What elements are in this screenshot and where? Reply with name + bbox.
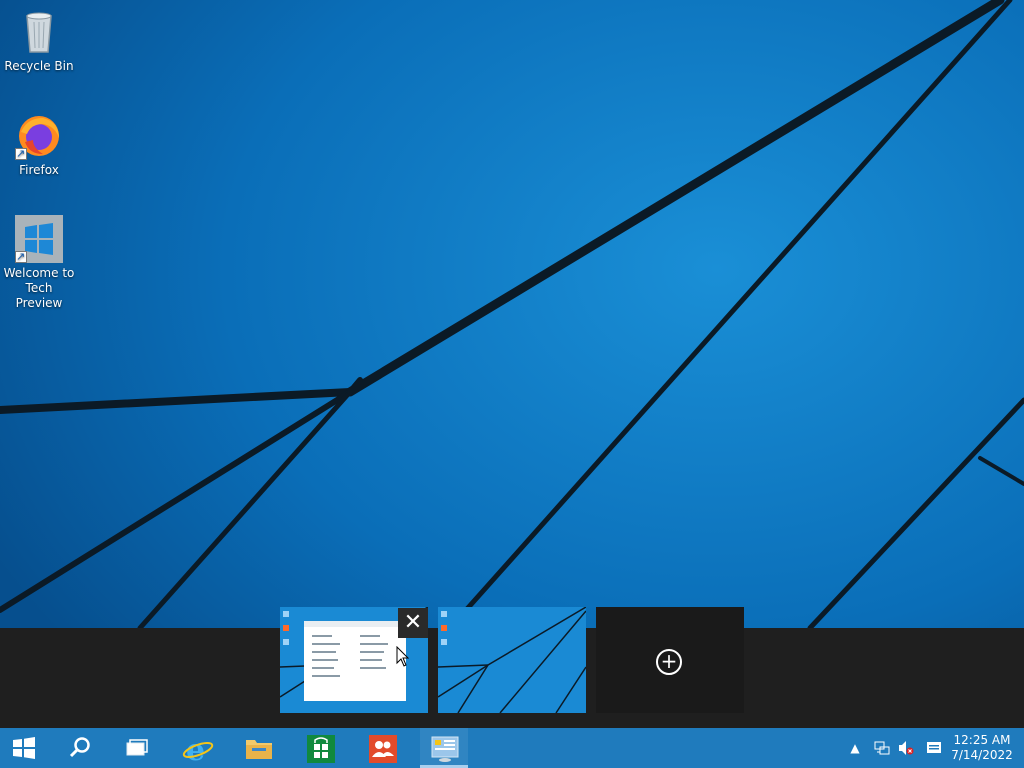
clock[interactable]: 12:25 AM 7/14/2022 (950, 733, 1014, 763)
internet-explorer-icon: e (182, 734, 214, 764)
start-button[interactable] (0, 728, 48, 768)
desktop-thumbnail-2[interactable] (438, 607, 586, 713)
windows-logo-icon (15, 215, 63, 264)
search-button[interactable] (56, 728, 104, 768)
desktop-icon-label: Firefox (19, 163, 59, 177)
show-hidden-icons-chevron[interactable]: ▲ (847, 740, 863, 756)
clock-time: 12:25 AM (953, 733, 1011, 747)
clock-date: 7/14/2022 (951, 748, 1013, 762)
desktop-icon-label: Welcome to Tech Preview (3, 266, 75, 310)
file-explorer-button[interactable] (234, 728, 282, 768)
control-panel-icon (431, 736, 459, 762)
people-icon (369, 735, 397, 763)
add-circle-icon: + (656, 649, 682, 675)
recycle-bin-icon (15, 8, 63, 56)
network-icon[interactable] (874, 740, 890, 756)
mouse-cursor-icon (396, 646, 410, 667)
volume-muted-icon[interactable] (898, 740, 914, 756)
new-desktop-button[interactable]: + (596, 607, 744, 713)
shortcut-arrow-icon (15, 249, 27, 264)
internet-explorer-button[interactable]: e (172, 728, 220, 768)
shortcut-arrow-icon (15, 146, 27, 161)
action-center-icon[interactable] (926, 740, 942, 756)
folder-icon (246, 740, 272, 759)
search-icon (69, 737, 90, 758)
desktop-icon-welcome[interactable]: Welcome to Tech Preview (1, 215, 77, 311)
store-button[interactable] (296, 728, 344, 768)
people-app-button[interactable] (358, 728, 406, 768)
control-panel-button[interactable] (420, 728, 468, 768)
task-view-button[interactable] (112, 728, 160, 768)
firefox-icon (15, 112, 63, 161)
windows-start-icon (13, 737, 35, 759)
close-desktop-button[interactable]: ✕ (398, 608, 428, 638)
store-icon (307, 735, 335, 763)
desktop-icon-label: Recycle Bin (4, 59, 74, 73)
task-view-icon (126, 739, 148, 756)
desktop-icon-firefox[interactable]: Firefox (1, 112, 77, 178)
desktop-icon-recycle-bin[interactable]: Recycle Bin (1, 8, 77, 74)
